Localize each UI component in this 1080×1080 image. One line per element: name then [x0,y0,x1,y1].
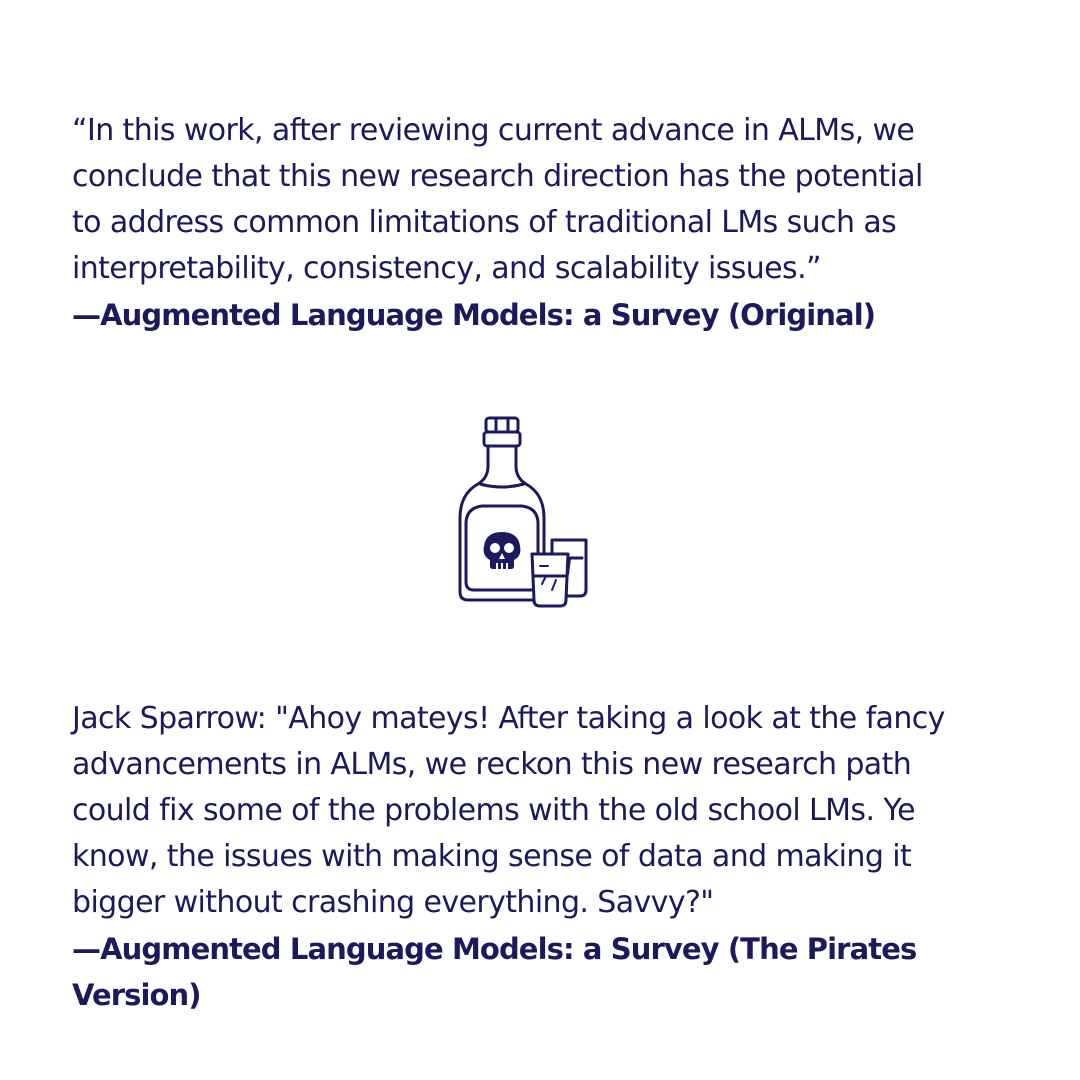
bottle-neck-ring [482,430,522,448]
original-quote-text: “In this work, after reviewing current a… [72,113,923,286]
bottle-body [458,444,546,602]
front-glass [530,552,570,608]
pirate-attribution: —Augmented Language Models: a Survey (Th… [72,932,917,1012]
original-attribution: —Augmented Language Models: a Survey (Or… [72,298,876,332]
rum-bottle-icon [452,414,594,612]
bottle-cork [484,416,520,434]
skull-icon [483,532,521,569]
pirate-quote-block: Jack Sparrow: "Ahoy mateys! After taking… [72,696,1032,1018]
original-quote-block: “In this work, after reviewing current a… [72,108,1032,338]
pirate-quote-text: Jack Sparrow: "Ahoy mateys! After taking… [72,701,945,920]
